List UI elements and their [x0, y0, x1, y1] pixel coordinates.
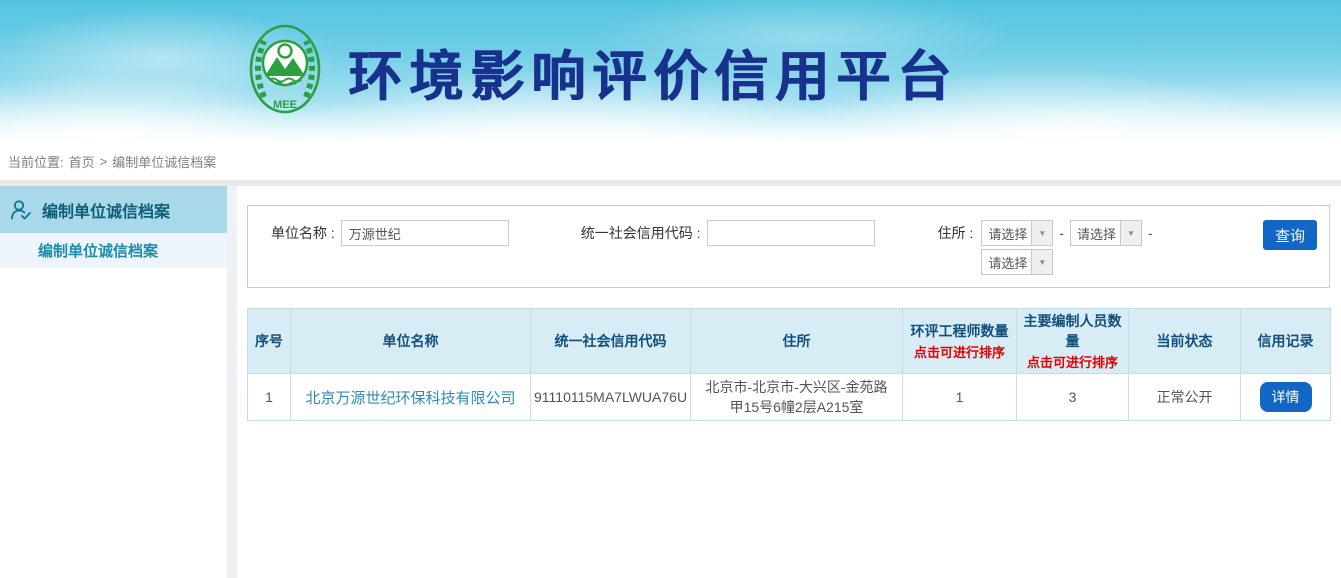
credit-code-label: 统一社会信用代码 :: [581, 220, 701, 246]
district-select[interactable]: 请选择 ▼: [981, 249, 1053, 275]
unit-name-link[interactable]: 北京万源世纪环保科技有限公司: [305, 390, 515, 407]
result-table: 序号 单位名称 统一社会信用代码 住所 环评工程师数量 点击可进行排序 主要编制…: [247, 308, 1331, 421]
search-panel: 单位名称 : 统一社会信用代码 : 住所 : 请选择 ▼ - 请选择 ▼ -: [247, 205, 1330, 288]
row-index: 1: [248, 374, 291, 421]
sidebar-main-divider: [227, 186, 237, 578]
detail-button[interactable]: 详情: [1260, 382, 1312, 412]
col-address: 住所: [691, 309, 903, 374]
site-header: MEE 环境影响评价信用平台: [0, 0, 1341, 143]
col-staff-count-sortable[interactable]: 主要编制人员数量 点击可进行排序: [1017, 309, 1129, 374]
user-check-icon: [9, 198, 33, 222]
mee-logo: MEE: [248, 23, 322, 120]
col-unit-name: 单位名称: [291, 309, 531, 374]
engineer-count-link[interactable]: 1: [903, 374, 1017, 421]
city-select[interactable]: 请选择 ▼: [1070, 220, 1142, 246]
mee-logo-icon: MEE: [248, 23, 322, 115]
chevron-down-icon: ▼: [1031, 250, 1052, 274]
col-credit-record: 信用记录: [1241, 309, 1331, 374]
col-status: 当前状态: [1129, 309, 1241, 374]
status-cell: 正常公开: [1129, 374, 1241, 421]
province-select[interactable]: 请选择 ▼: [981, 220, 1053, 246]
sort-hint[interactable]: 点击可进行排序: [904, 342, 1015, 361]
credit-code-cell: 91110115MA7LWUA76U: [531, 374, 691, 421]
table-row: 1 北京万源世纪环保科技有限公司 91110115MA7LWUA76U 北京市-…: [248, 374, 1331, 421]
col-index: 序号: [248, 309, 291, 374]
address-cell: 北京市-北京市-大兴区-金苑路 甲15号6幢2层A215室: [691, 374, 903, 421]
sidebar-item-unit-credit-archive[interactable]: 编制单位诚信档案: [0, 186, 227, 233]
breadcrumb-current: 编制单位诚信档案: [112, 152, 216, 171]
main-content: 单位名称 : 统一社会信用代码 : 住所 : 请选择 ▼ - 请选择 ▼ -: [237, 186, 1341, 578]
sidebar: 编制单位诚信档案 编制单位诚信档案: [0, 186, 227, 578]
sort-hint[interactable]: 点击可进行排序: [1018, 352, 1127, 371]
chevron-down-icon: ▼: [1120, 221, 1141, 245]
unit-name-label: 单位名称 :: [271, 220, 335, 246]
breadcrumb-separator: >: [100, 154, 108, 169]
sidebar-item-label: 编制单位诚信档案: [42, 198, 170, 222]
breadcrumb: 当前位置: 首页 > 编制单位诚信档案: [0, 143, 1341, 180]
chevron-down-icon: ▼: [1031, 221, 1052, 245]
col-engineer-count-sortable[interactable]: 环评工程师数量 点击可进行排序: [903, 309, 1017, 374]
address-label: 住所 :: [938, 220, 974, 246]
address-selects: 请选择 ▼ - 请选择 ▼ - 请选择 ▼: [981, 220, 1158, 275]
breadcrumb-prefix: 当前位置:: [8, 152, 64, 171]
credit-code-input[interactable]: [707, 220, 875, 246]
unit-name-input[interactable]: [341, 220, 509, 246]
staff-count-link[interactable]: 3: [1017, 374, 1129, 421]
page-title: 环境影响评价信用平台: [348, 32, 958, 111]
col-credit-code: 统一社会信用代码: [531, 309, 691, 374]
table-header-row: 序号 单位名称 统一社会信用代码 住所 环评工程师数量 点击可进行排序 主要编制…: [248, 309, 1331, 374]
sidebar-subitem-label: 编制单位诚信档案: [38, 240, 158, 261]
svg-text:MEE: MEE: [273, 99, 297, 111]
breadcrumb-home-link[interactable]: 首页: [69, 152, 95, 171]
sidebar-subitem-unit-credit-archive[interactable]: 编制单位诚信档案: [0, 233, 227, 268]
query-button[interactable]: 查询: [1263, 220, 1317, 250]
